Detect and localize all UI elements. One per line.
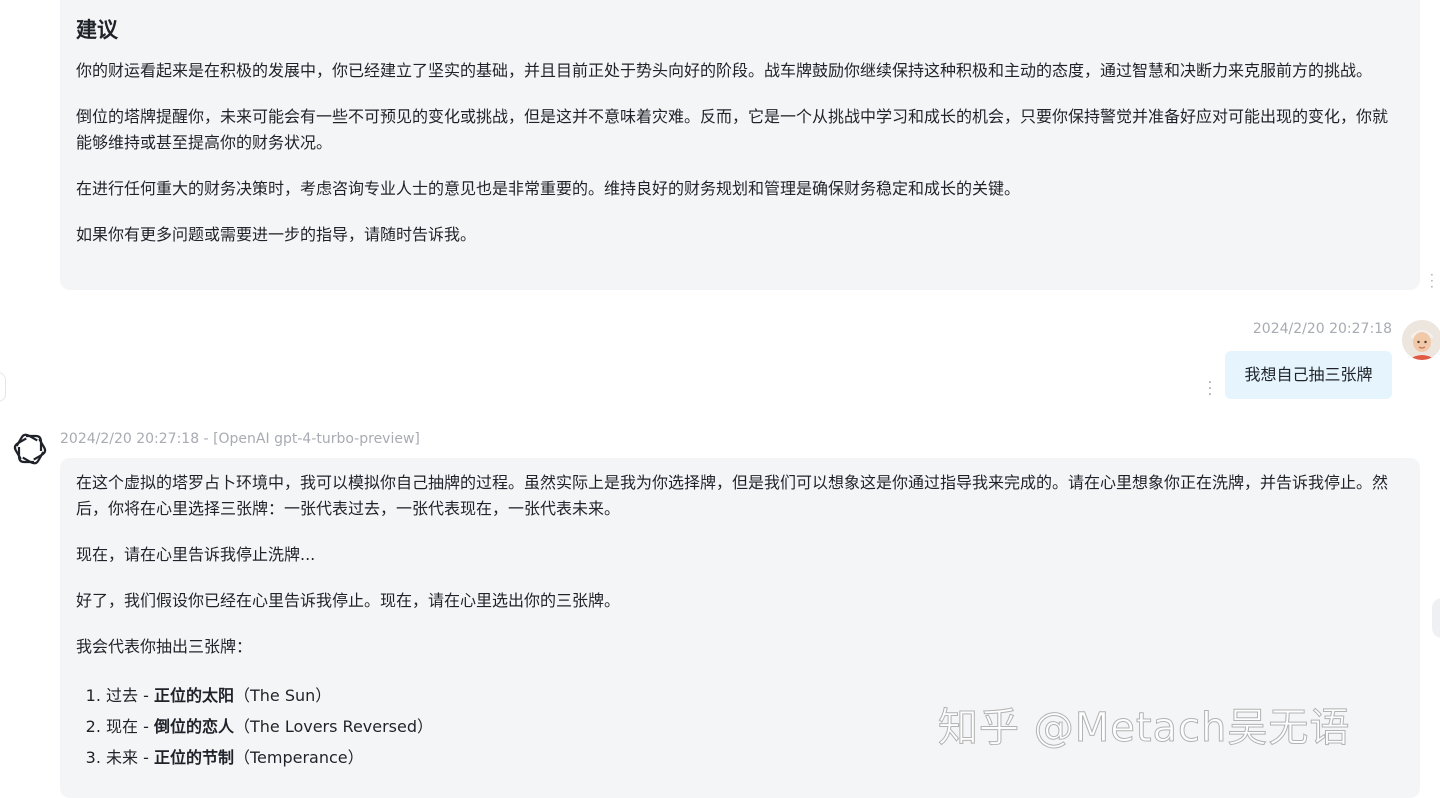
card-position: 过去 - (106, 686, 154, 705)
card-position: 现在 - (106, 717, 154, 736)
section-heading: 建议 (76, 18, 118, 42)
user-message-bubble: 我想自己抽三张牌 (1225, 351, 1392, 399)
openai-logo-icon (11, 430, 49, 468)
paragraph: 你的财运看起来是在积极的发展中，你已经建立了坚实的基础，并且目前正处于势头向好的… (76, 61, 1373, 80)
paragraph: 我会代表你抽出三张牌： (76, 637, 253, 656)
card-name: 倒位的恋人 (153, 717, 234, 736)
user-message-timestamp: 2024/2/20 20:27:18 (1252, 321, 1392, 337)
card-english: （Temperance） (233, 748, 364, 767)
card-name: 正位的太阳 (153, 686, 234, 705)
paragraph: 现在，请在心里告诉我停止洗牌... (76, 545, 316, 564)
scroll-button[interactable] (1432, 598, 1440, 638)
assistant-message-previous: 建议 你的财运看起来是在积极的发展中，你已经建立了坚实的基础，并且目前正处于势头… (60, 0, 1420, 290)
paragraph: 好了，我们假设你已经在心里告诉我停止。现在，请在心里选出你的三张牌。 (76, 591, 621, 610)
card-position: 未来 - (106, 748, 154, 767)
user-avatar-icon (1402, 320, 1440, 360)
card-english: （The Lovers Reversed） (233, 717, 434, 736)
message-more-icon[interactable]: · · · (1430, 269, 1440, 293)
collapse-handle[interactable] (0, 372, 6, 402)
user-message-more-icon[interactable]: · · · (1203, 376, 1217, 402)
paragraph: 在进行任何重大的财务决策时，考虑咨询专业人士的意见也是非常重要的。维持良好的财务… (76, 179, 1021, 198)
assistant-message-meta: 2024/2/20 20:27:18 - [OpenAI gpt-4-turbo… (60, 431, 420, 447)
paragraph: 倒位的塔牌提醒你，未来可能会有一些不可预见的变化或挑战，但是这并不意味着灾难。反… (76, 107, 1389, 152)
paragraph: 在这个虚拟的塔罗占卜环境中，我可以模拟你自己抽牌的过程。虽然实际上是我为你选择牌… (76, 473, 1389, 518)
card-name: 正位的节制 (153, 748, 234, 767)
paragraph: 如果你有更多问题或需要进一步的指导，请随时告诉我。 (76, 225, 477, 244)
watermark: 知乎 @Metach吴无语 (937, 705, 1351, 752)
card-english: （The Sun） (233, 686, 332, 705)
